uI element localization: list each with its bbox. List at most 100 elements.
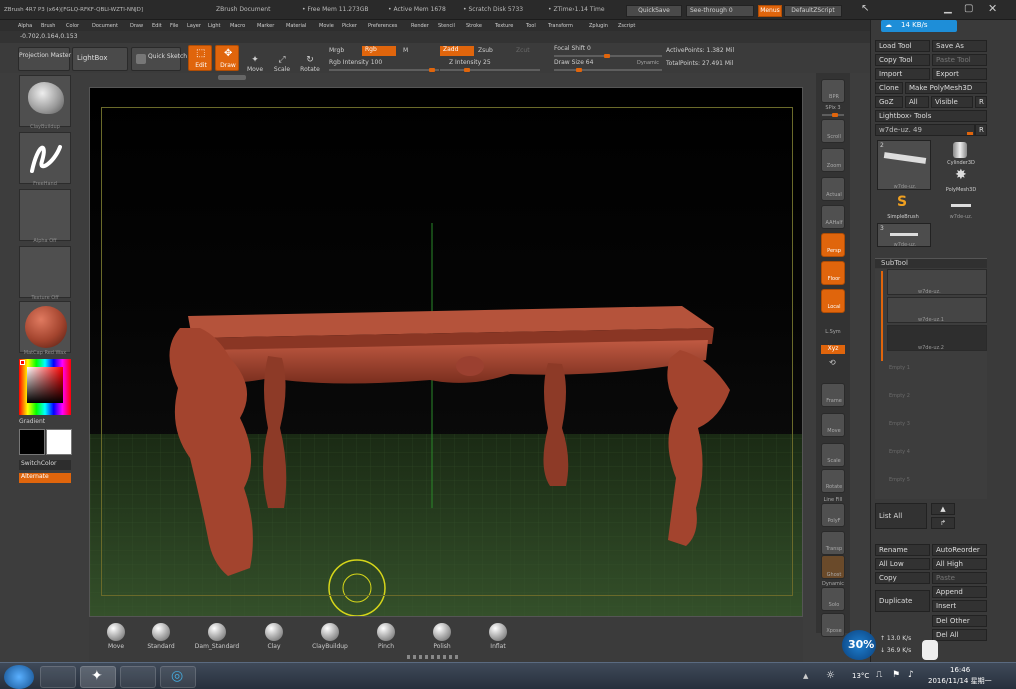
taskbar-app-4-icon[interactable]: ◎ [160, 666, 196, 688]
spix-knob[interactable] [832, 113, 838, 117]
make-polymesh-button[interactable]: Make PolyMesh3D [905, 82, 987, 94]
r-button[interactable]: R [975, 96, 987, 108]
menu-texture[interactable]: Texture [495, 22, 513, 30]
taskbar-app-3-icon[interactable] [120, 666, 156, 688]
dynamic-button[interactable]: Dynamic [637, 59, 659, 67]
copy-button[interactable]: Copy [875, 572, 930, 584]
menu-document[interactable]: Document [92, 22, 118, 30]
shelf-rotate-button[interactable]: Rotate [821, 469, 845, 493]
minimize-icon[interactable]: ▁ [944, 3, 952, 14]
tool-slider-knob[interactable] [967, 132, 973, 135]
cylinder3d-thumbnail[interactable]: Cylinder3D [935, 140, 987, 166]
menu-stencil[interactable]: Stencil [438, 22, 455, 30]
subtool-header[interactable]: SubTool [875, 258, 987, 268]
rotate-axis-icon[interactable]: ⟲ [829, 358, 836, 367]
pin-icon[interactable]: ↖ [861, 3, 869, 14]
network-icon[interactable]: ⎍ [876, 670, 882, 680]
menu-marker[interactable]: Marker [257, 22, 274, 30]
start-icon[interactable] [4, 665, 34, 689]
all-button[interactable]: All [905, 96, 929, 108]
document-canvas[interactable] [89, 87, 803, 617]
menu-preferences[interactable]: Preferences [368, 22, 397, 30]
ghost-icon[interactable] [922, 640, 938, 660]
actual-button[interactable]: Actual [821, 177, 845, 201]
m-button[interactable]: M [403, 47, 408, 55]
auto-reorder-button[interactable]: AutoReorder [932, 544, 987, 556]
move-button[interactable]: ✦ Move [243, 47, 267, 73]
brush-claybuildup[interactable]: ClayBuildup [303, 623, 357, 650]
bottom-shelf-grip[interactable] [407, 655, 461, 659]
cpu-gauge[interactable]: 30% [842, 630, 876, 660]
menu-layer[interactable]: Layer [187, 22, 201, 30]
rotate-button[interactable]: ↻ Rotate [298, 47, 322, 73]
floor-button[interactable]: Floor [821, 261, 845, 285]
import-button[interactable]: Import [875, 68, 930, 80]
lsym-button[interactable]: L.Sym [816, 329, 850, 335]
goz-button[interactable]: GoZ [875, 96, 903, 108]
current-tool-thumbnail[interactable]: 2 w7de-uz. [877, 140, 931, 190]
tool-name-slider[interactable]: w7de-uz. 49 [875, 124, 975, 136]
z-intensity-slider[interactable] [440, 68, 540, 72]
menu-transform[interactable]: Transform [548, 22, 573, 30]
material-thumbnail[interactable] [19, 301, 71, 353]
tool-thumb-6[interactable]: 3 w7de-uz. [877, 223, 931, 248]
scroll-button[interactable]: Scroll [821, 119, 845, 143]
maximize-icon[interactable]: ▢ [964, 3, 973, 14]
projection-master-button[interactable]: Projection Master [18, 47, 71, 71]
tray-arrow-icon[interactable]: ▲ [803, 672, 808, 681]
visible-button[interactable]: Visible [931, 96, 973, 108]
transp-button[interactable]: Transp [821, 531, 845, 555]
brush-clay[interactable]: Clay [247, 623, 301, 650]
spix-slider[interactable] [822, 113, 844, 117]
alpha-thumbnail[interactable] [19, 189, 71, 241]
lightbox-tools-button[interactable]: Lightbox› Tools [875, 110, 987, 122]
scene-viewport[interactable] [90, 88, 802, 616]
menu-render[interactable]: Render [411, 22, 429, 30]
spix-label[interactable]: SPix 3 [816, 105, 850, 111]
switch-color-button[interactable]: SwitchColor [19, 460, 71, 470]
move-down-icon[interactable]: ↱ [931, 517, 955, 529]
export-button[interactable]: Export [932, 68, 987, 80]
menu-light[interactable]: Light [208, 22, 220, 30]
rgb-button[interactable]: Rgb [362, 46, 396, 56]
draw-size-knob[interactable] [576, 68, 582, 72]
default-zscript-button[interactable]: DefaultZScript [784, 5, 842, 17]
clone-button[interactable]: Clone [875, 82, 903, 94]
subtool-item-selected[interactable]: w7de-uz.2 [887, 325, 987, 351]
saturation-square[interactable] [27, 367, 63, 403]
xpose-button[interactable]: Xpose [821, 613, 845, 637]
menu-zscript[interactable]: Zscript [618, 22, 635, 30]
paste-tool-button[interactable]: Paste Tool [932, 54, 987, 66]
subtool-empty-slot[interactable]: Empty 1 [889, 364, 910, 372]
polymesh3d-thumbnail[interactable]: ✸ PolyMesh3D [935, 167, 987, 193]
rgb-intensity-slider[interactable] [329, 68, 439, 72]
close-icon[interactable]: ✕ [988, 2, 997, 15]
menu-edit[interactable]: Edit [152, 22, 162, 30]
menu-alpha[interactable]: Alpha [18, 22, 32, 30]
zcut-button[interactable]: Zcut [516, 47, 530, 55]
copy-tool-button[interactable]: Copy Tool [875, 54, 930, 66]
duplicate-button[interactable]: Duplicate [875, 590, 930, 612]
menu-movie[interactable]: Movie [319, 22, 334, 30]
menu-file[interactable]: File [170, 22, 178, 30]
brush-polish[interactable]: Polish [415, 623, 469, 650]
tool-r-button[interactable]: R [975, 124, 987, 136]
color-picker[interactable] [19, 359, 71, 415]
menu-draw[interactable]: Draw [130, 22, 143, 30]
scale-button[interactable]: ⤢ Scale [270, 47, 294, 73]
del-other-button[interactable]: Del Other [932, 615, 987, 627]
rgb-intensity-knob[interactable] [429, 68, 435, 72]
subtool-item[interactable]: w7de-uz. [887, 269, 987, 295]
aahalf-button[interactable]: AAHalf [821, 205, 845, 229]
bpr-button[interactable]: BPR [821, 79, 845, 103]
brush-inflat[interactable]: Inflat [471, 623, 525, 650]
menu-stroke[interactable]: Stroke [466, 22, 482, 30]
menu-brush[interactable]: Brush [41, 22, 55, 30]
append-button[interactable]: Append [932, 586, 987, 598]
z-intensity-knob[interactable] [464, 68, 470, 72]
volume-icon[interactable]: ♪ [908, 670, 914, 680]
subtool-scrollbar[interactable] [881, 271, 883, 361]
local-button[interactable]: Local [821, 289, 845, 313]
zsub-button[interactable]: Zsub [478, 47, 493, 55]
draw-size-slider[interactable] [554, 68, 662, 72]
